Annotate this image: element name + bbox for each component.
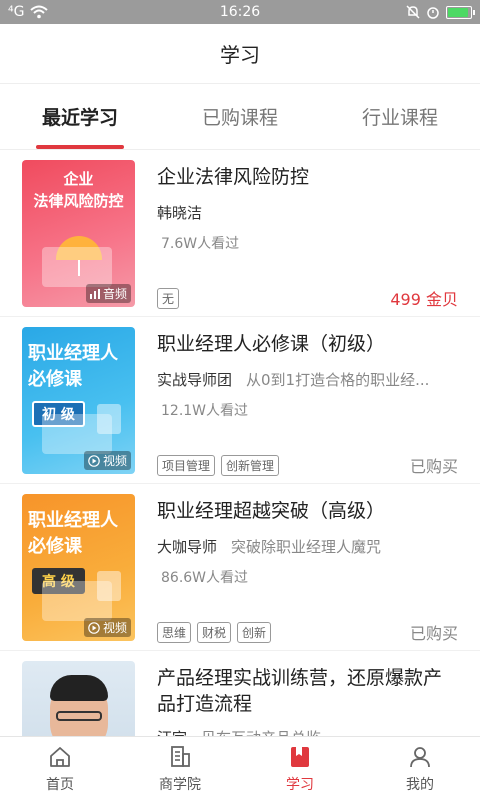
- course-footer: 项目管理 创新管理 已购买: [157, 453, 458, 477]
- course-info: 产品经理实战训练营，还原爆款产品打造流程 汪宇 贝布互动产品总监: [135, 661, 458, 736]
- course-views: 86.6W人看过: [161, 570, 249, 586]
- course-title[interactable]: 产品经理实战训练营，还原爆款产品打造流程: [157, 665, 458, 717]
- media-badge: 视频: [83, 451, 131, 470]
- media-badge: 视频: [83, 618, 131, 637]
- tab-recent[interactable]: 最近学习: [0, 84, 160, 149]
- course-item[interactable]: 企业 法律风险防控 音频 企业法律风险防控 韩晓洁 7.6W人看过 无 499 …: [0, 150, 480, 317]
- course-author-row: 韩晓洁: [157, 202, 458, 223]
- tab-bar: 最近学习 已购课程 行业课程: [0, 84, 480, 150]
- course-views: 7.6W人看过: [161, 236, 240, 252]
- course-author: 汪宇: [157, 727, 187, 736]
- course-tag: 创新: [237, 621, 272, 643]
- course-author-row: 大咖导师 突破除职业经理人魔咒: [157, 536, 458, 557]
- course-tag: 无: [157, 287, 180, 309]
- play-icon: [88, 454, 100, 467]
- course-item[interactable]: 产品经理实战训练营，还原爆款产品打造流程 汪宇 贝布互动产品总监: [0, 651, 480, 736]
- course-author-row: 汪宇 贝布互动产品总监: [157, 727, 458, 736]
- course-tag: 创新管理: [221, 454, 280, 476]
- thumbnail-title: 企业 法律风险防控: [33, 170, 124, 210]
- course-info: 职业经理人必修课（初级） 实战导师团 从0到1打造合格的职业经... 12.1W…: [135, 327, 458, 483]
- home-icon: [50, 746, 70, 767]
- course-author: 大咖导师: [157, 538, 218, 556]
- course-item[interactable]: 职业经理人 必修课 高 级 视频 职业经理超越突破（高级） 大咖导师 突破除职业…: [0, 484, 480, 651]
- course-description: 从0到1打造合格的职业经...: [246, 371, 430, 389]
- signal-icon: ⁴G: [8, 4, 25, 20]
- thumbnail-decoration: [97, 404, 121, 434]
- book-icon: [291, 746, 309, 767]
- course-tag: 财税: [197, 621, 232, 643]
- purchased-status: 已购买: [409, 457, 458, 476]
- nav-label: 首页: [46, 776, 74, 793]
- course-thumbnail[interactable]: 职业经理人 必修课 初 级 视频: [22, 327, 135, 474]
- status-right: [406, 5, 475, 19]
- course-author-row: 实战导师团 从0到1打造合格的职业经...: [157, 369, 458, 390]
- course-description: 突破除职业经理人魔咒: [231, 538, 382, 556]
- user-icon: [410, 746, 430, 767]
- course-description: 贝布互动产品总监: [201, 727, 321, 736]
- battery-icon: [446, 5, 475, 19]
- course-footer: 思维 财税 创新 已购买: [157, 620, 458, 644]
- course-item[interactable]: 职业经理人 必修课 初 级 视频 职业经理人必修课（初级） 实战导师团 从0到1…: [0, 317, 480, 484]
- course-info: 企业法律风险防控 韩晓洁 7.6W人看过 无 499 金贝: [135, 160, 458, 316]
- thumbnail-decoration: [42, 247, 112, 287]
- course-thumbnail[interactable]: 企业 法律风险防控 音频: [22, 160, 135, 307]
- page-header: 学习: [0, 24, 480, 84]
- course-tag: 项目管理: [157, 454, 216, 476]
- course-info: 职业经理超越突破（高级） 大咖导师 突破除职业经理人魔咒 86.6W人看过 思维…: [135, 494, 458, 650]
- course-author: 韩晓洁: [157, 204, 203, 222]
- course-footer: 无 499 金贝: [157, 286, 458, 310]
- course-title[interactable]: 职业经理人必修课（初级）: [157, 331, 458, 357]
- status-time: 16:26: [219, 4, 261, 20]
- nav-label: 学习: [286, 776, 314, 793]
- course-tags: 无: [157, 287, 180, 309]
- page-title: 学习: [220, 43, 260, 67]
- nav-label: 商学院: [159, 776, 201, 793]
- instructor-photo-hair: [50, 675, 108, 701]
- tab-industry[interactable]: 行业课程: [320, 84, 480, 149]
- purchased-status: 已购买: [409, 624, 458, 643]
- nav-label: 我的: [406, 776, 434, 793]
- course-tags: 思维 财税 创新: [157, 621, 272, 643]
- thumbnail-decoration: [97, 571, 121, 601]
- course-author: 实战导师团: [157, 371, 233, 389]
- tab-purchased[interactable]: 已购课程: [160, 84, 320, 149]
- course-title[interactable]: 企业法律风险防控: [157, 164, 458, 190]
- course-price: 499 金贝: [390, 290, 458, 309]
- course-thumbnail[interactable]: 职业经理人 必修课 高 级 视频: [22, 494, 135, 641]
- status-bar: ⁴G 16:26: [0, 0, 480, 24]
- course-tag: 思维: [157, 621, 192, 643]
- nav-study[interactable]: 学习: [240, 737, 360, 800]
- thumbnail-title: 职业经理人 必修课: [28, 343, 118, 390]
- play-icon: [88, 621, 100, 634]
- wifi-icon: [30, 5, 49, 19]
- course-views: 12.1W人看过: [161, 403, 249, 419]
- alarm-icon: [427, 7, 439, 19]
- audio-icon: [89, 288, 100, 299]
- status-left: ⁴G: [8, 4, 49, 20]
- bottom-nav: 首页 商学院 学习 我的: [0, 736, 480, 800]
- building-icon: [171, 745, 190, 767]
- nav-profile[interactable]: 我的: [360, 737, 480, 800]
- thumbnail-title: 职业经理人 必修课: [28, 510, 118, 557]
- course-tags: 项目管理 创新管理: [157, 454, 280, 476]
- course-title[interactable]: 职业经理超越突破（高级）: [157, 498, 458, 524]
- bell-muted-icon: [406, 5, 420, 19]
- instructor-photo-glasses: [56, 711, 102, 721]
- media-badge: 音频: [85, 284, 131, 303]
- nav-business-school[interactable]: 商学院: [120, 737, 240, 800]
- course-thumbnail[interactable]: [22, 661, 135, 736]
- nav-home[interactable]: 首页: [0, 737, 120, 800]
- course-list: 企业 法律风险防控 音频 企业法律风险防控 韩晓洁 7.6W人看过 无 499 …: [0, 150, 480, 736]
